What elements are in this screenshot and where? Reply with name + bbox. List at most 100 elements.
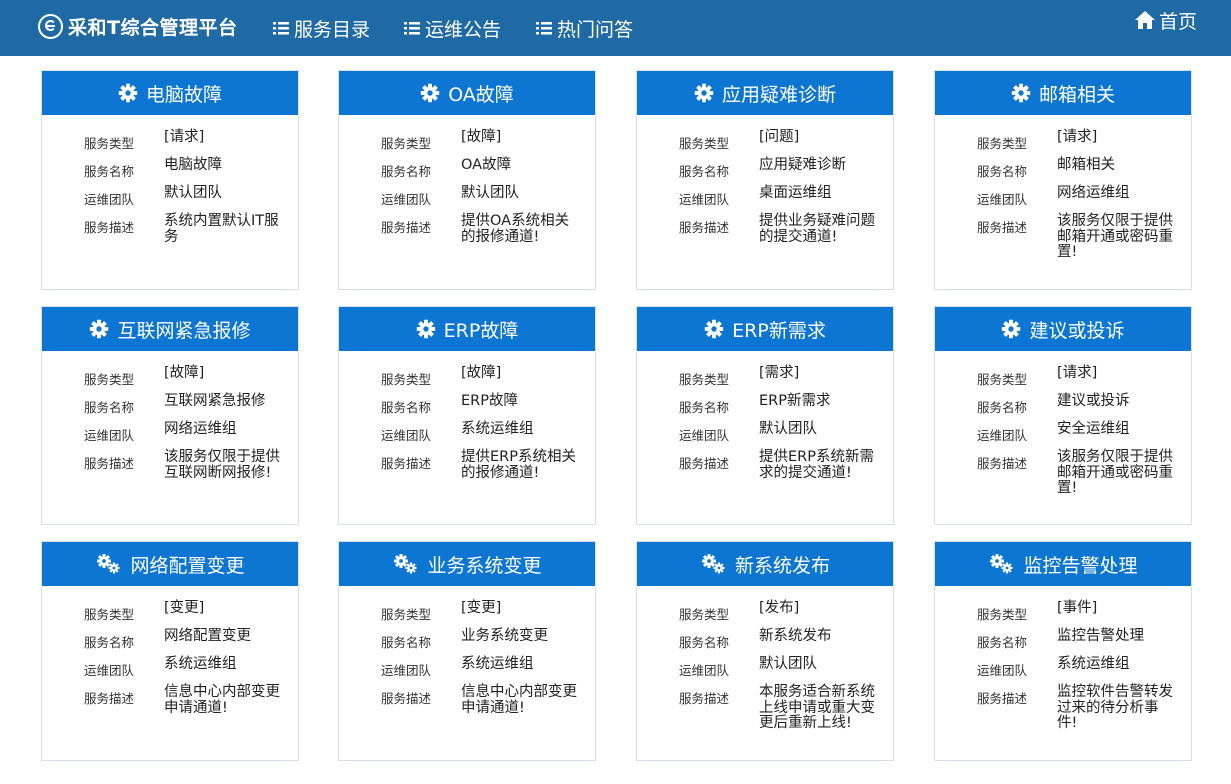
service-card[interactable]: 新系统发布 服务类型 [发布] 服务名称 新系统发布 运维团队 默认团队 服务描述 本服务适合新… — [636, 541, 894, 761]
field-row-type: 服务类型 [请求] — [935, 365, 1191, 388]
card-body: 服务类型 [变更] 服务名称 业务系统变更 运维团队 系统运维组 服务描述 信息中心内部变更申… — [339, 586, 595, 716]
field-value: 邮箱相关 — [1057, 157, 1115, 173]
field-row-desc: 服务描述 信息中心内部变更申请通道! — [42, 684, 298, 716]
card-title: ERP故障 — [443, 319, 519, 342]
field-label: 服务名称 — [976, 164, 1027, 179]
service-card[interactable]: 互联网紧急报修 服务类型 [故障] 服务名称 互联网紧急报修 运维团队 网络运维组 服务描述该… — [41, 306, 299, 525]
field-value: OA故障 — [461, 157, 512, 173]
gear-icon — [416, 319, 435, 339]
field-label: 服务描述 — [83, 691, 134, 706]
list-icon — [404, 21, 420, 35]
card-title: ERP新需求 — [732, 319, 826, 342]
gears-icon — [990, 554, 1013, 574]
card-title: 建议或投诉 — [1029, 319, 1125, 342]
field-row-team: 运维团队 系统运维组 — [42, 656, 298, 679]
nav-ops-announcement[interactable]: 运维公告 — [404, 14, 501, 42]
field-value: [需求] — [759, 365, 800, 381]
gear-icon — [694, 83, 714, 103]
field-value: 该服务仅限于提供邮箱开通或密码重置! — [1057, 213, 1173, 260]
brand-title: 采和T综合管理平台 — [68, 16, 238, 39]
field-label: 服务名称 — [380, 635, 431, 650]
field-row-team: 运维团队 系统运维组 — [935, 656, 1191, 679]
field-row-type: 服务类型 [需求] — [637, 365, 893, 388]
field-label: 服务类型 — [976, 136, 1027, 151]
field-row-name: 服务名称 业务系统变更 — [339, 628, 595, 651]
card-header[interactable]: 电脑故障 — [42, 71, 298, 115]
gear-icon — [1011, 83, 1031, 103]
nav-hot-qa[interactable]: 热门问答 — [536, 14, 633, 42]
field-label: 服务名称 — [976, 635, 1027, 650]
field-label: 运维团队 — [380, 428, 431, 443]
service-card[interactable]: ERP故障 服务类型 [故障] 服务名称 ERP故障 运维团队 系统运维组 服务描述 提供ERP… — [338, 306, 596, 525]
service-card[interactable]: OA故障 服务类型 [故障] 服务名称 OA故障 运维团队 默认团队 服务描述 提供OA系统相关… — [338, 70, 596, 290]
field-label: 运维团队 — [380, 192, 431, 207]
gears-icon — [701, 554, 725, 574]
brand-logo-link[interactable]: 采和T综合管理平台 — [38, 12, 237, 40]
card-title: OA故障 — [448, 83, 514, 106]
card-body: 服务类型 [问题] 服务名称 应用疑难诊断 运维团队 桌面运维组 服务描述 提供业务疑难问题的… — [637, 115, 893, 245]
card-body: 服务类型 [请求] 服务名称 邮箱相关 运维团队 网络运维组 服务描述 该服务仅限于提供邮箱开… — [935, 115, 1191, 261]
field-row-type: 服务类型 [发布] — [637, 600, 893, 623]
home-link[interactable]: 首页 — [1134, 6, 1197, 34]
brand-logo-icon — [38, 13, 63, 39]
field-row-type: 服务类型 [故障] — [339, 129, 595, 152]
field-row-type: 服务类型 [请求] — [935, 129, 1191, 152]
card-header[interactable]: ERP新需求 — [637, 307, 893, 351]
card-header[interactable]: OA故障 — [339, 71, 595, 115]
card-header[interactable]: 监控告警处理 — [935, 542, 1191, 586]
field-row-name: 服务名称 邮箱相关 — [935, 157, 1191, 180]
field-value: ERP故障 — [461, 393, 518, 409]
card-title: 网络配置变更 — [130, 554, 245, 577]
field-value: [请求] — [1057, 129, 1098, 145]
field-value: [请求] — [164, 129, 205, 145]
field-value: 系统运维组 — [164, 656, 237, 672]
field-label: 服务类型 — [678, 607, 729, 622]
field-value: [故障] — [164, 365, 205, 381]
field-value: 该服务仅限于提供互联网断网报修! — [164, 449, 280, 481]
field-row-name: 服务名称 电脑故障 — [42, 157, 298, 180]
card-title: 应用疑难诊断 — [721, 83, 836, 106]
field-row-team: 运维团队 网络运维组 — [935, 185, 1191, 208]
card-header[interactable]: 建议或投诉 — [935, 307, 1191, 351]
field-value: [变更] — [164, 600, 205, 616]
field-value: [变更] — [461, 600, 502, 616]
service-card[interactable]: 监控告警处理 服务类型 [事件] 服务名称 监控告警处理 运维团队 系统运维组 服务描述 监控软… — [934, 541, 1192, 761]
field-value: [问题] — [759, 129, 800, 145]
field-value: 信息中心内部变更申请通道! — [461, 684, 577, 716]
card-header[interactable]: 网络配置变更 — [42, 542, 298, 586]
field-label: 服务类型 — [678, 372, 729, 387]
service-card[interactable]: 业务系统变更 服务类型 [变更] 服务名称 业务系统变更 运维团队 系统运维组 服务描述 信息中… — [338, 541, 596, 761]
card-header[interactable]: 邮箱相关 — [935, 71, 1191, 115]
card-header[interactable]: 新系统发布 — [637, 542, 893, 586]
service-card[interactable]: 应用疑难诊断服务类型 [问题] 服务名称 应用疑难诊断 运维团队 桌面运维组 服务描述 提供业… — [636, 70, 894, 290]
card-header[interactable]: 互联网紧急报修 — [42, 307, 298, 351]
field-label: 服务描述 — [83, 456, 134, 471]
field-label: 运维团队 — [83, 192, 134, 207]
service-card[interactable]: 电脑故障 服务类型 [请求] 服务名称 电脑故障 运维团队 默认团队 服务描述 系统内置默认IT… — [41, 70, 299, 290]
card-title: 互联网紧急报修 — [117, 319, 251, 342]
field-row-team: 运维团队 安全运维组 — [935, 421, 1191, 444]
field-value: 建议或投诉 — [1057, 393, 1130, 409]
field-label: 服务类型 — [83, 372, 134, 387]
nav-service-catalog[interactable]: 服务目录 — [273, 14, 370, 42]
field-label: 服务类型 — [380, 372, 431, 387]
service-card[interactable]: ERP新需求 服务类型 [需求] 服务名称 ERP新需求 运维团队 默认团队 服务描述 提供ER… — [636, 306, 894, 525]
field-label: 服务名称 — [380, 400, 431, 415]
field-value: 业务系统变更 — [461, 628, 548, 644]
field-row-name: 服务名称 监控告警处理 — [935, 628, 1191, 651]
card-header[interactable]: ERP故障 — [339, 307, 595, 351]
field-row-team: 运维团队 默认团队 — [42, 185, 298, 208]
card-title: 电脑故障 — [145, 83, 222, 106]
service-card[interactable]: 邮箱相关 服务类型 [请求] 服务名称 邮箱相关 运维团队 网络运维组 服务描述 该服务仅限于提… — [934, 70, 1192, 290]
field-value: [请求] — [1057, 365, 1098, 381]
field-label: 服务类型 — [83, 136, 134, 151]
field-row-team: 运维团队 默认团队 — [637, 656, 893, 679]
service-card[interactable]: 网络配置变更 服务类型 [变更] 服务名称 网络配置变更 运维团队 系统运维组 服务描述 信息中… — [41, 541, 299, 761]
card-header[interactable]: 业务系统变更 — [339, 542, 595, 586]
field-value: 提供ERP系统相关的报修通道! — [461, 449, 576, 481]
field-value: [事件] — [1057, 600, 1098, 616]
card-body: 服务类型 [故障] 服务名称 互联网紧急报修 运维团队 网络运维组 服务描述 该服务仅限于提供… — [42, 351, 298, 481]
card-body: 服务类型 [故障] 服务名称 ERP故障 运维团队 系统运维组 服务描述 提供ERP系统相关的… — [339, 351, 595, 481]
service-card[interactable]: 建议或投诉 服务类型 [请求] 服务名称 建议或投诉 运维团队 安全运维组 服务描述 该服务仅限… — [934, 306, 1192, 525]
card-header[interactable]: 应用疑难诊断 — [637, 71, 893, 115]
